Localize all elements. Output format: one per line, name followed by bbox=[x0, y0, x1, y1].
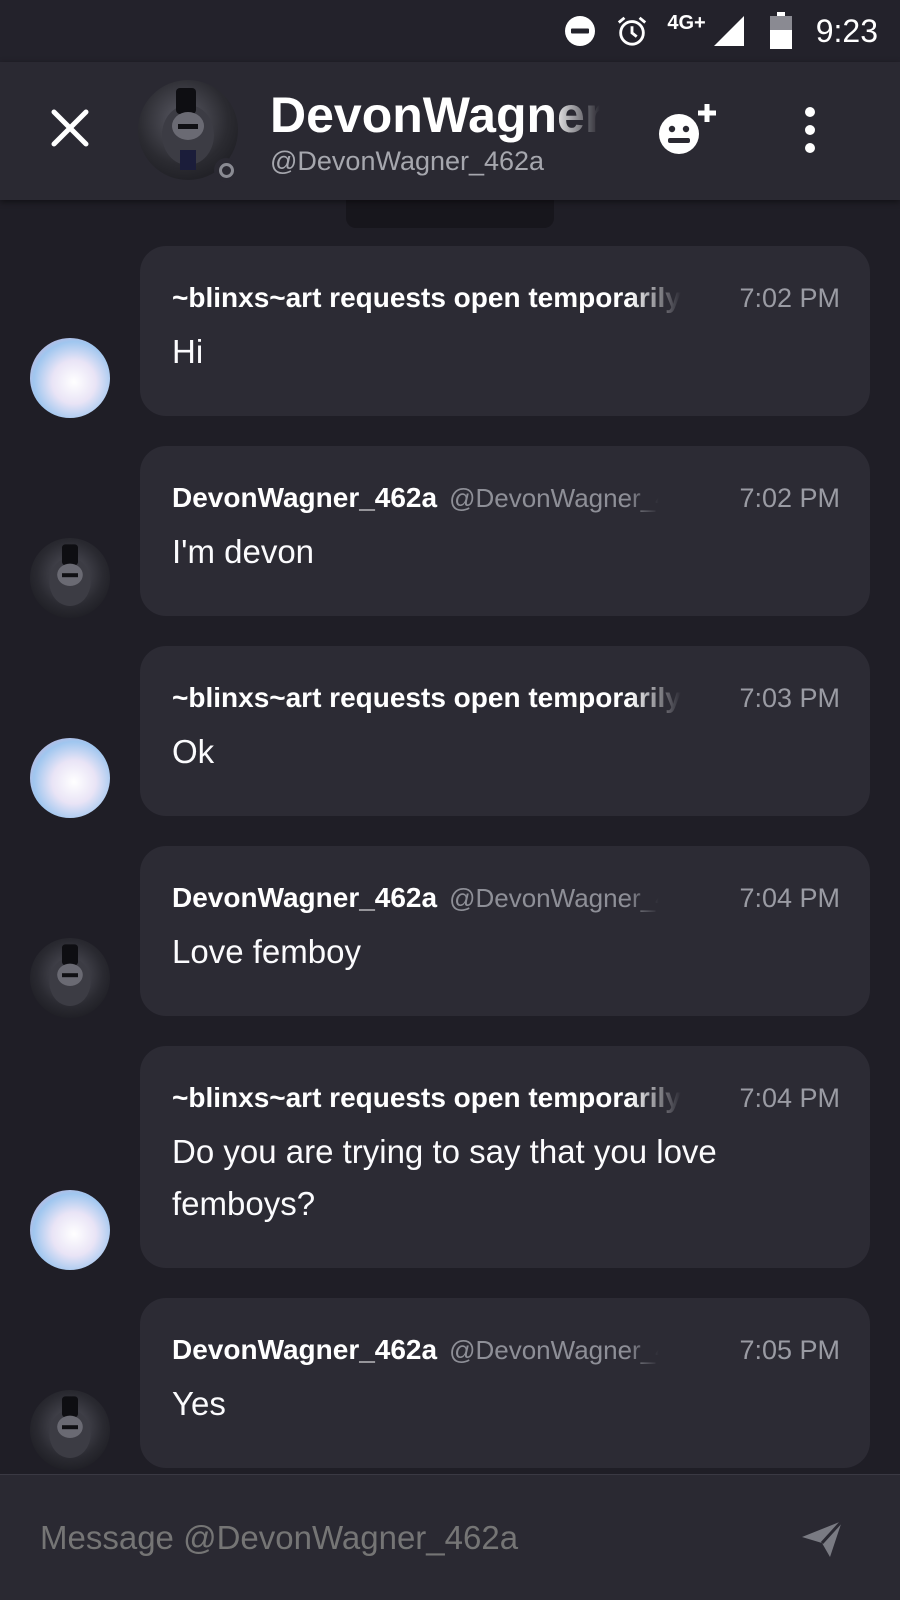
avatar[interactable] bbox=[30, 938, 110, 1018]
message-time: 7:05 PM bbox=[739, 1335, 840, 1365]
avatar[interactable] bbox=[30, 1190, 110, 1270]
message-author[interactable]: ~blinxs~art requests open temporarily bbox=[172, 282, 681, 314]
message-bubble: ~blinxs~art requests open temporarily 7:… bbox=[140, 1046, 870, 1268]
battery-icon bbox=[764, 12, 798, 49]
add-friend-icon[interactable] bbox=[655, 100, 723, 160]
message-bubble: ~blinxs~art requests open temporarily 7:… bbox=[140, 646, 870, 816]
message-bubble: DevonWagner_462a @DevonWagner_462a 7:05 … bbox=[140, 1298, 870, 1468]
message-text: Do you are trying to say that you love f… bbox=[172, 1133, 717, 1222]
message-bubble: DevonWagner_462a @DevonWagner_462a 7:02 … bbox=[140, 446, 870, 616]
network-type: 4G+ bbox=[667, 11, 706, 34]
avatar[interactable] bbox=[138, 80, 242, 184]
message-author[interactable]: DevonWagner_462a bbox=[172, 482, 437, 514]
message-input[interactable] bbox=[40, 1513, 760, 1563]
alarm-icon bbox=[615, 14, 649, 48]
close-icon[interactable] bbox=[46, 104, 94, 152]
clock: 9:23 bbox=[815, 12, 878, 49]
message-handle: @DevonWagner_462a bbox=[449, 883, 659, 913]
message-time: 7:02 PM bbox=[739, 283, 840, 313]
message-bubble: ~blinxs~art requests open temporarily 7:… bbox=[140, 246, 870, 416]
message-handle: @DevonWagner_462a bbox=[449, 1335, 659, 1365]
message-text: Hi bbox=[172, 333, 204, 370]
message-time: 7:02 PM bbox=[739, 483, 840, 513]
message-author[interactable]: ~blinxs~art requests open temporarily bbox=[172, 1082, 681, 1114]
message-text: Ok bbox=[172, 733, 215, 770]
message-time: 7:04 PM bbox=[739, 883, 840, 913]
message-bubble: DevonWagner_462a @DevonWagner_462a 7:04 … bbox=[140, 846, 870, 1016]
status-bar: 4G+ 9:23 bbox=[0, 0, 900, 62]
send-icon[interactable] bbox=[798, 1515, 846, 1563]
message-meta: DevonWagner_462a @DevonWagner_462a 7:02 … bbox=[172, 482, 840, 520]
more-options-icon[interactable] bbox=[790, 102, 830, 158]
message-time: 7:03 PM bbox=[739, 683, 840, 713]
message-author[interactable]: DevonWagner_462a bbox=[172, 1334, 437, 1366]
message-meta: ~blinxs~art requests open temporarily 7:… bbox=[172, 1082, 840, 1120]
message-meta: ~blinxs~art requests open temporarily 7:… bbox=[172, 282, 840, 320]
avatar[interactable] bbox=[30, 1390, 110, 1470]
message-handle: @DevonWagner_462a bbox=[449, 483, 659, 513]
message-author[interactable]: DevonWagner_462a bbox=[172, 882, 437, 914]
page-title: DevonWagner bbox=[270, 87, 600, 143]
message-time: 7:04 PM bbox=[739, 1083, 840, 1113]
message-meta: DevonWagner_462a @DevonWagner_462a 7:04 … bbox=[172, 882, 840, 920]
do-not-disturb-icon bbox=[563, 14, 597, 48]
avatar[interactable] bbox=[30, 538, 110, 618]
chat-header: DevonWagner @DevonWagner_462a bbox=[0, 62, 900, 200]
message-text: Yes bbox=[172, 1385, 226, 1422]
message-composer bbox=[0, 1474, 900, 1600]
message-text: I'm devon bbox=[172, 533, 315, 570]
message-author[interactable]: ~blinxs~art requests open temporarily bbox=[172, 682, 681, 714]
page-subtitle: @DevonWagner_462a bbox=[270, 146, 545, 176]
presence-offline-icon bbox=[214, 158, 238, 182]
message-meta: DevonWagner_462a @DevonWagner_462a 7:05 … bbox=[172, 1334, 840, 1372]
message-meta: ~blinxs~art requests open temporarily 7:… bbox=[172, 682, 840, 720]
message-text: Love femboy bbox=[172, 933, 361, 970]
avatar[interactable] bbox=[30, 738, 110, 818]
avatar[interactable] bbox=[30, 338, 110, 418]
signal-icon bbox=[712, 14, 746, 48]
